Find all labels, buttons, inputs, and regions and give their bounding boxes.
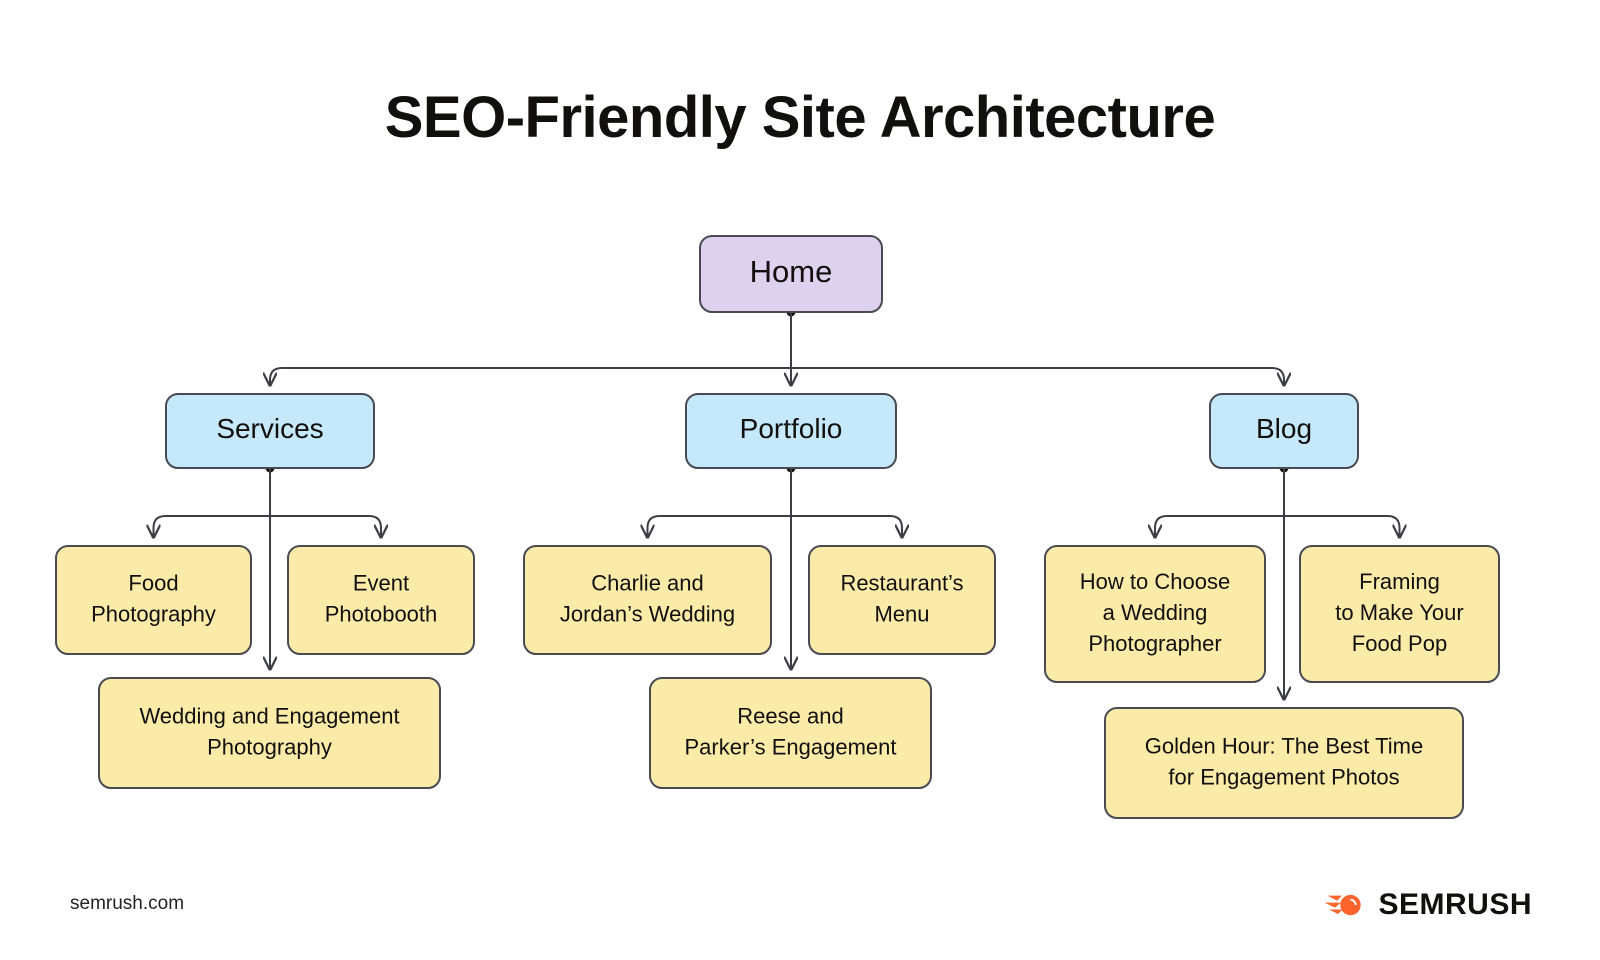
- node-box: [808, 545, 996, 655]
- node-wedding-engagement[interactable]: Wedding and Engagement Photography: [98, 677, 441, 789]
- diagram-canvas: SEO-Friendly Site Architecture Home Servi…: [0, 0, 1600, 960]
- node-services[interactable]: Services: [165, 393, 375, 469]
- semrush-brand: SEMRUSH: [1324, 888, 1532, 922]
- connector-line: [648, 515, 791, 537]
- connector-line: [1284, 515, 1400, 537]
- connector-line: [270, 515, 381, 537]
- node-label: Blog: [1256, 413, 1312, 444]
- connector-line: [270, 367, 791, 385]
- node-framing-food-pop[interactable]: Framing to Make Your Food Pop: [1299, 545, 1500, 683]
- node-event-photobooth[interactable]: Event Photobooth: [287, 545, 475, 655]
- node-golden-hour[interactable]: Golden Hour: The Best Time for Engagement…: [1104, 707, 1464, 819]
- connector-line: [791, 367, 1284, 385]
- node-box: [98, 677, 441, 789]
- connector-line: [154, 515, 270, 537]
- node-box: [287, 545, 475, 655]
- node-label: Portfolio: [740, 413, 843, 444]
- brand-name: SEMRUSH: [1378, 888, 1532, 921]
- node-box: [649, 677, 932, 789]
- node-home[interactable]: Home: [699, 235, 883, 313]
- node-how-to-choose[interactable]: How to Choose a Wedding Photographer: [1044, 545, 1266, 683]
- node-blog[interactable]: Blog: [1209, 393, 1359, 469]
- node-portfolio[interactable]: Portfolio: [685, 393, 897, 469]
- site-architecture-diagram: Home Services Portfolio Blog Food Photography…: [55, 235, 1500, 819]
- semrush-comet-logo-icon: [1324, 894, 1362, 916]
- node-label: Services: [216, 413, 323, 444]
- node-charlie-jordan[interactable]: Charlie and Jordan’s Wedding: [523, 545, 772, 655]
- node-box: [55, 545, 252, 655]
- node-box: [1104, 707, 1464, 819]
- node-reese-parker[interactable]: Reese and Parker’s Engagement: [649, 677, 932, 789]
- connector-line: [1155, 515, 1284, 537]
- node-label: Home: [750, 254, 833, 289]
- source-url: semrush.com: [70, 893, 185, 914]
- node-restaurants-menu[interactable]: Restaurant’s Menu: [808, 545, 996, 655]
- node-box: [523, 545, 772, 655]
- connector-line: [791, 515, 902, 537]
- node-layer: Home Services Portfolio Blog Food Photography…: [55, 235, 1500, 819]
- node-food-photography[interactable]: Food Photography: [55, 545, 252, 655]
